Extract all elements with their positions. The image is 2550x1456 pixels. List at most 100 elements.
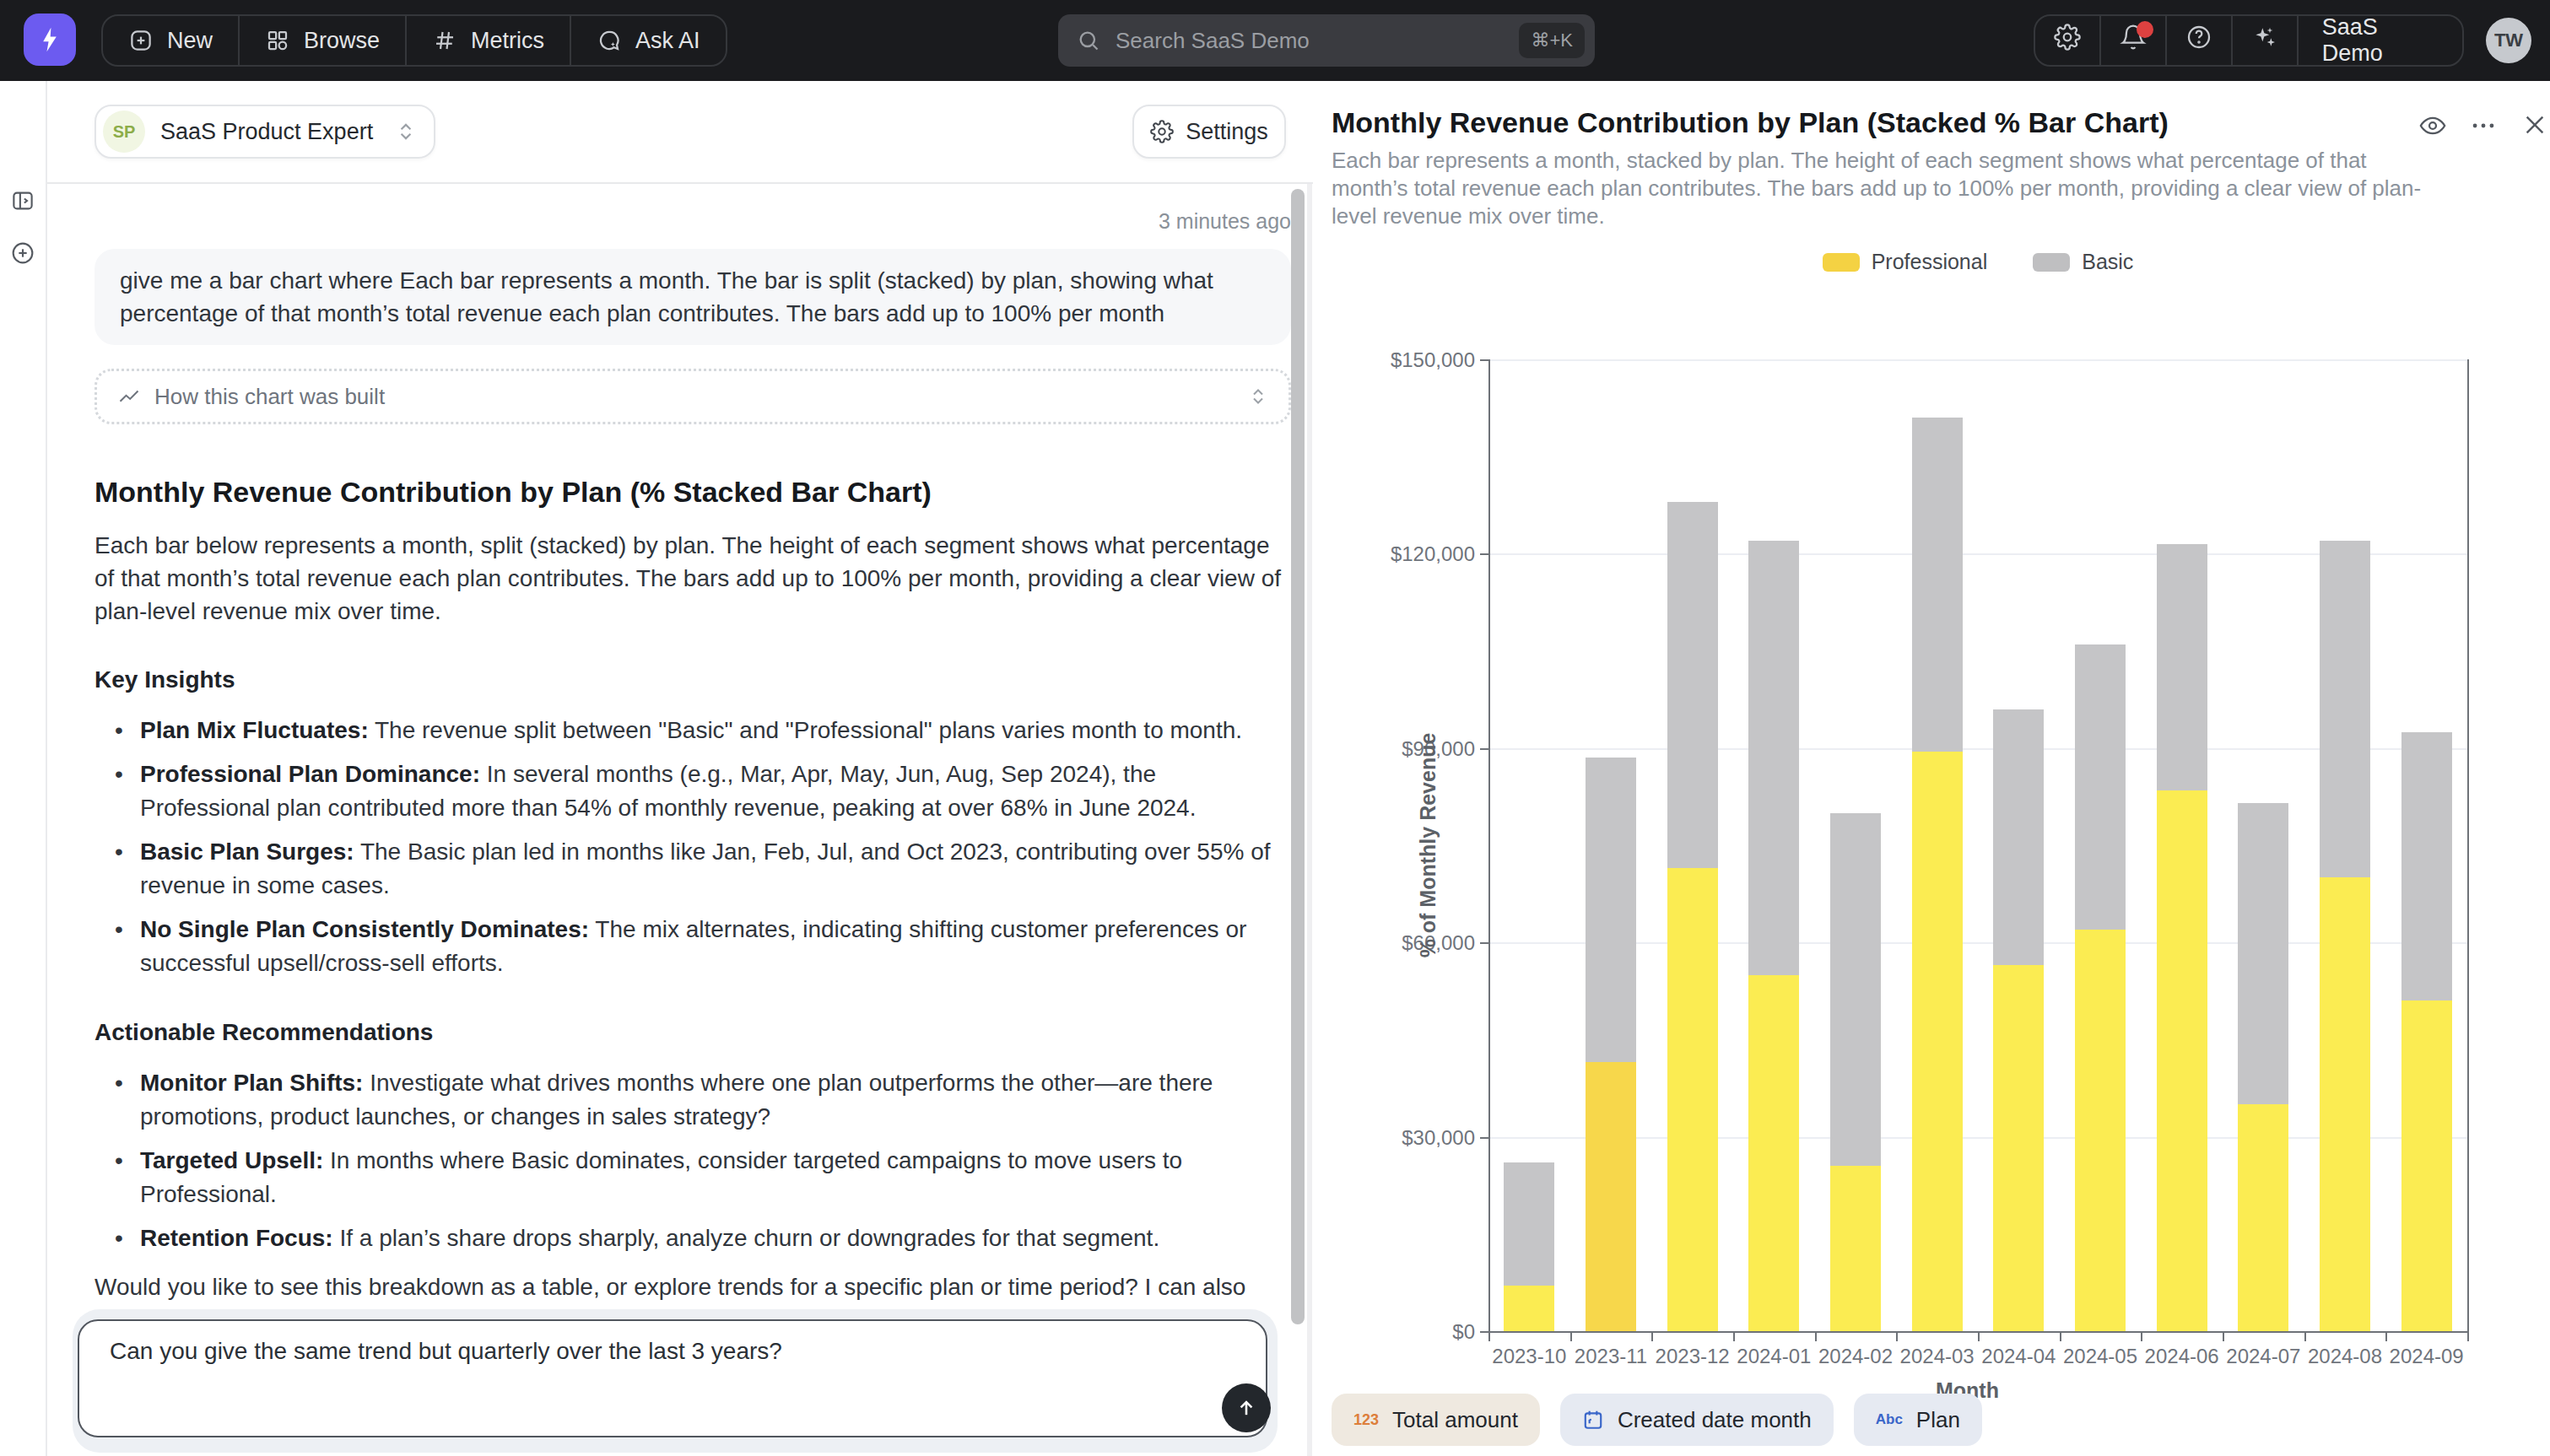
bar-2024-07-professional — [2238, 1104, 2288, 1331]
gear-icon — [1150, 120, 1174, 143]
x-axis-tick — [2304, 1333, 2306, 1341]
user-message-bubble: give me a bar chart where Each bar repre… — [95, 249, 1291, 345]
y-axis-line — [1488, 359, 1490, 1331]
chat-sparkle-icon — [597, 28, 622, 53]
x-axis-tick-label: 2024-09 — [2368, 1345, 2486, 1368]
legend-item[interactable]: Professional — [1823, 250, 1988, 274]
bar-2024-06-basic — [2157, 544, 2207, 790]
agent-selector[interactable]: SP SaaS Product Expert — [95, 105, 435, 159]
org-switcher[interactable]: SaaS Demo — [2299, 16, 2462, 65]
bar-2024-04-basic — [1993, 709, 2044, 965]
notifications-button[interactable] — [2101, 16, 2167, 65]
nav-metrics-label: Metrics — [471, 28, 544, 54]
bar-2023-12-basic — [1667, 502, 1718, 868]
chat-settings-button[interactable]: Settings — [1132, 105, 1286, 159]
y-axis-tick-label: $30,000 — [1357, 1126, 1475, 1150]
left-rail — [0, 81, 47, 1456]
bar-2024-07-basic — [2238, 803, 2288, 1104]
search-placeholder: Search SaaS Demo — [1116, 28, 1519, 54]
bar-2024-02-basic — [1830, 813, 1881, 1167]
ai-sparkles-button[interactable] — [2233, 16, 2299, 65]
y-axis-title: % of Monthly Revenue — [1416, 733, 1440, 958]
top-navbar: New Browse Metrics Ask AI Search SaaS De… — [0, 0, 2550, 81]
y-axis-tick — [1480, 748, 1488, 750]
nav-metrics-button[interactable]: Metrics — [407, 16, 571, 65]
app-logo[interactable] — [24, 13, 76, 66]
x-axis-tick — [2060, 1333, 2061, 1341]
x-axis-tick — [2385, 1333, 2387, 1341]
bar-2023-10-professional — [1504, 1286, 1554, 1331]
legend-item[interactable]: Basic — [2033, 250, 2133, 274]
y-axis-tick — [1480, 1137, 1488, 1139]
how-chart-built-toggle[interactable]: How this chart was built — [95, 369, 1291, 424]
scrollbar-thumb[interactable] — [1291, 189, 1305, 1324]
org-name: SaaS Demo — [2322, 14, 2439, 67]
insights-list: Plan Mix Fluctuates: The revenue split b… — [95, 714, 1291, 980]
recs-list: Monitor Plan Shifts: Investigate what dr… — [95, 1066, 1291, 1255]
settings-label: Settings — [1186, 119, 1268, 145]
nav-new-label: New — [167, 28, 213, 54]
nav-askai-label: Ask AI — [635, 28, 700, 54]
nav-askai-button[interactable]: Ask AI — [571, 16, 726, 65]
x-axis-tick — [1896, 1333, 1898, 1341]
bar-2024-04-professional — [1993, 965, 2044, 1331]
md-heading: Monthly Revenue Contribution by Plan (% … — [95, 470, 1291, 514]
bar-2024-01-professional — [1748, 975, 1799, 1331]
bar-2024-05-basic — [2075, 644, 2126, 930]
navbar-icon-group: SaaS Demo — [2034, 14, 2464, 67]
eye-icon — [2418, 111, 2447, 140]
legend-label: Basic — [2082, 250, 2133, 274]
legend-swatch — [1823, 253, 1860, 272]
expand-chevrons-icon — [1248, 386, 1268, 407]
settings-nav-button[interactable] — [2035, 16, 2101, 65]
message-timestamp: 3 minutes ago — [95, 209, 1291, 234]
search-icon — [1077, 29, 1100, 52]
legend-label: Professional — [1872, 250, 1988, 274]
y-axis-tick-label: $150,000 — [1357, 348, 1475, 372]
x-axis-tick — [1651, 1333, 1653, 1341]
abc-icon: Abc — [1876, 1411, 1903, 1428]
agent-name: SaaS Product Expert — [160, 119, 373, 145]
bar-2023-10-basic — [1504, 1162, 1554, 1286]
scrollbar-track — [1307, 184, 1312, 1456]
chat-input[interactable]: Can you give the same trend but quarterl… — [78, 1319, 1267, 1437]
x-axis-tick — [2223, 1333, 2224, 1341]
nav-new-button[interactable]: New — [103, 16, 240, 65]
y-axis-tick-label: $120,000 — [1357, 542, 1475, 566]
close-icon — [2521, 111, 2548, 138]
chart-panel-title: Monthly Revenue Contribution by Plan (St… — [1332, 106, 2169, 139]
x-axis-tick — [1815, 1333, 1817, 1341]
visibility-button[interactable] — [2418, 111, 2447, 140]
field-tag[interactable]: AbcPlan — [1854, 1394, 1982, 1446]
send-button[interactable] — [1222, 1383, 1271, 1432]
nav-browse-button[interactable]: Browse — [240, 16, 407, 65]
close-panel-button[interactable] — [2521, 111, 2548, 138]
field-tag[interactable]: Created date month — [1560, 1394, 1834, 1446]
md-insights-heading: Key Insights — [95, 663, 1291, 697]
number-icon: 123 — [1353, 1411, 1379, 1429]
chart-legend: Professional Basic — [1488, 250, 2467, 274]
plus-square-icon — [128, 28, 154, 53]
bar-2023-12-professional — [1667, 868, 1718, 1331]
avatar-initials: TW — [2494, 30, 2523, 51]
user-avatar[interactable]: TW — [2486, 18, 2531, 63]
global-search-input[interactable]: Search SaaS Demo ⌘+K — [1058, 14, 1595, 67]
arrow-up-icon — [1234, 1396, 1258, 1420]
collapse-sidebar-icon[interactable] — [10, 188, 35, 213]
list-item: Professional Plan Dominance: In several … — [95, 758, 1291, 825]
field-tag[interactable]: 123Total amount — [1332, 1394, 1540, 1446]
y-axis-tick — [1480, 553, 1488, 555]
x-axis-tick — [2141, 1333, 2142, 1341]
bar-2024-06-professional — [2157, 790, 2207, 1331]
chart-line-icon — [117, 385, 141, 408]
grid-icon — [265, 28, 290, 53]
y-axis-tick-label: $0 — [1357, 1320, 1475, 1344]
new-thread-icon[interactable] — [9, 240, 36, 267]
help-button[interactable] — [2167, 16, 2233, 65]
x-axis-tick — [1978, 1333, 1980, 1341]
md-recs-heading: Actionable Recommendations — [95, 1016, 1291, 1049]
more-options-button[interactable] — [2469, 111, 2498, 140]
list-item: No Single Plan Consistently Dominates: T… — [95, 913, 1291, 980]
search-shortcut-badge: ⌘+K — [1519, 23, 1585, 58]
bar-2024-08-professional — [2320, 877, 2370, 1331]
